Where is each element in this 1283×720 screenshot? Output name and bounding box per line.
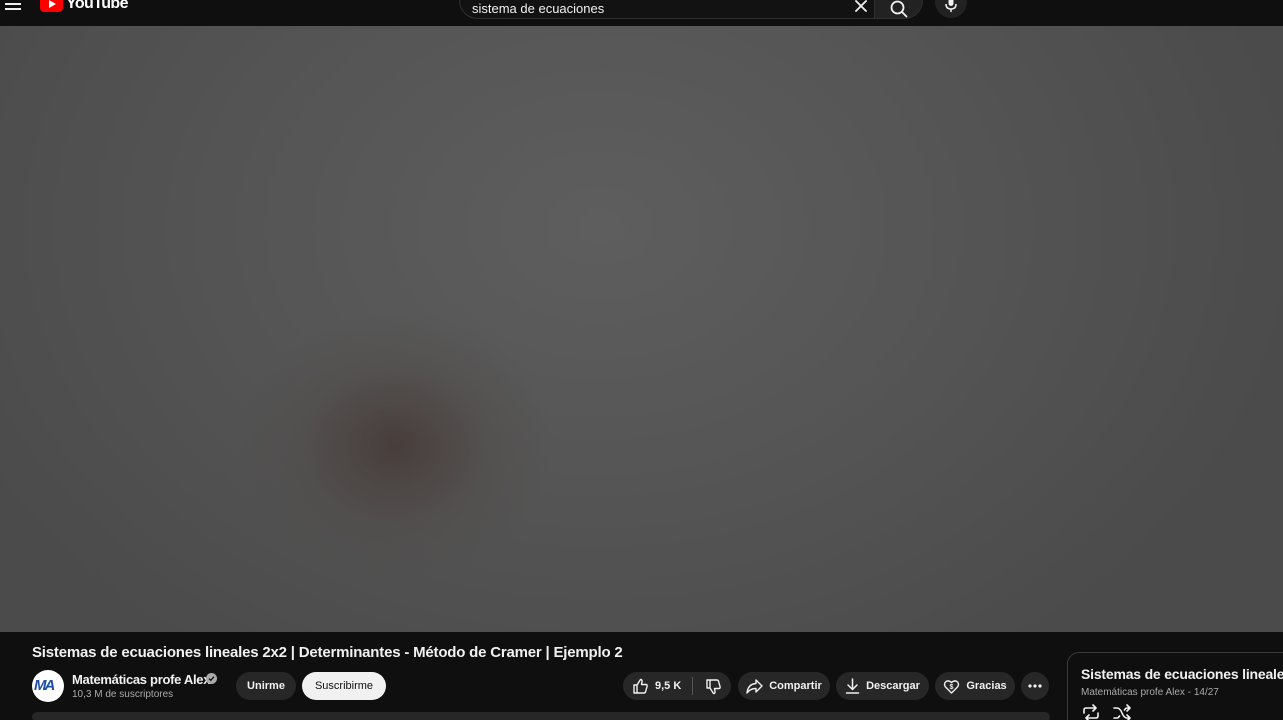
like-button[interactable]: 9,5 K: [623, 672, 691, 700]
playlist-panel: Sistemas de ecuaciones lineales Matemáti…: [1067, 652, 1283, 720]
verified-icon: [206, 673, 217, 684]
playlist-subtitle: Matemáticas profe Alex - 14/27: [1081, 687, 1219, 698]
like-dislike-group: 9,5 K: [623, 672, 731, 700]
share-icon: [746, 678, 763, 694]
avatar-text: MA: [34, 677, 55, 694]
playlist-title[interactable]: Sistemas de ecuaciones lineales: [1081, 666, 1283, 682]
dislike-icon: [705, 678, 721, 694]
more-actions-button[interactable]: [1021, 672, 1049, 700]
search-button[interactable]: [875, 0, 923, 19]
youtube-logo-icon: [40, 0, 63, 12]
menu-icon[interactable]: [5, 0, 21, 12]
subscriber-count: 10,3 M de suscriptores: [72, 689, 174, 700]
subscribe-button[interactable]: Suscribirme: [302, 672, 386, 700]
like-count: 9,5 K: [655, 680, 682, 692]
download-label: Descargar: [866, 680, 920, 692]
shuffle-icon[interactable]: [1112, 704, 1132, 720]
avatar[interactable]: MA: [32, 670, 64, 702]
video-player[interactable]: [0, 26, 1283, 632]
search-icon: [890, 0, 908, 18]
channel-name[interactable]: Matemáticas profe Alex: [72, 672, 210, 687]
mic-button[interactable]: [935, 0, 967, 18]
loop-icon[interactable]: [1081, 704, 1101, 720]
clear-icon[interactable]: [852, 0, 870, 15]
search-box[interactable]: [459, 0, 875, 19]
dislike-button[interactable]: [695, 672, 731, 700]
like-divider: [692, 677, 693, 695]
like-icon: [633, 678, 648, 694]
join-button[interactable]: Unirme: [236, 672, 296, 700]
download-icon: [845, 678, 860, 694]
masthead: YouTube: [0, 0, 1283, 26]
thanks-button[interactable]: $ Gracias: [935, 672, 1015, 700]
thanks-icon: $: [944, 679, 960, 694]
svg-text:$: $: [950, 684, 954, 691]
description-box[interactable]: [32, 712, 1050, 720]
video-title: Sistemas de ecuaciones lineales 2x2 | De…: [32, 644, 623, 661]
share-label: Compartir: [769, 680, 822, 692]
thanks-label: Gracias: [966, 680, 1007, 692]
share-button[interactable]: Compartir: [738, 672, 830, 700]
download-button[interactable]: Descargar: [836, 672, 929, 700]
more-icon: [1028, 684, 1042, 688]
logo-text: YouTube: [66, 0, 128, 12]
mic-icon: [945, 0, 957, 12]
youtube-logo[interactable]: YouTube: [40, 0, 128, 14]
search-input[interactable]: [472, 0, 832, 17]
